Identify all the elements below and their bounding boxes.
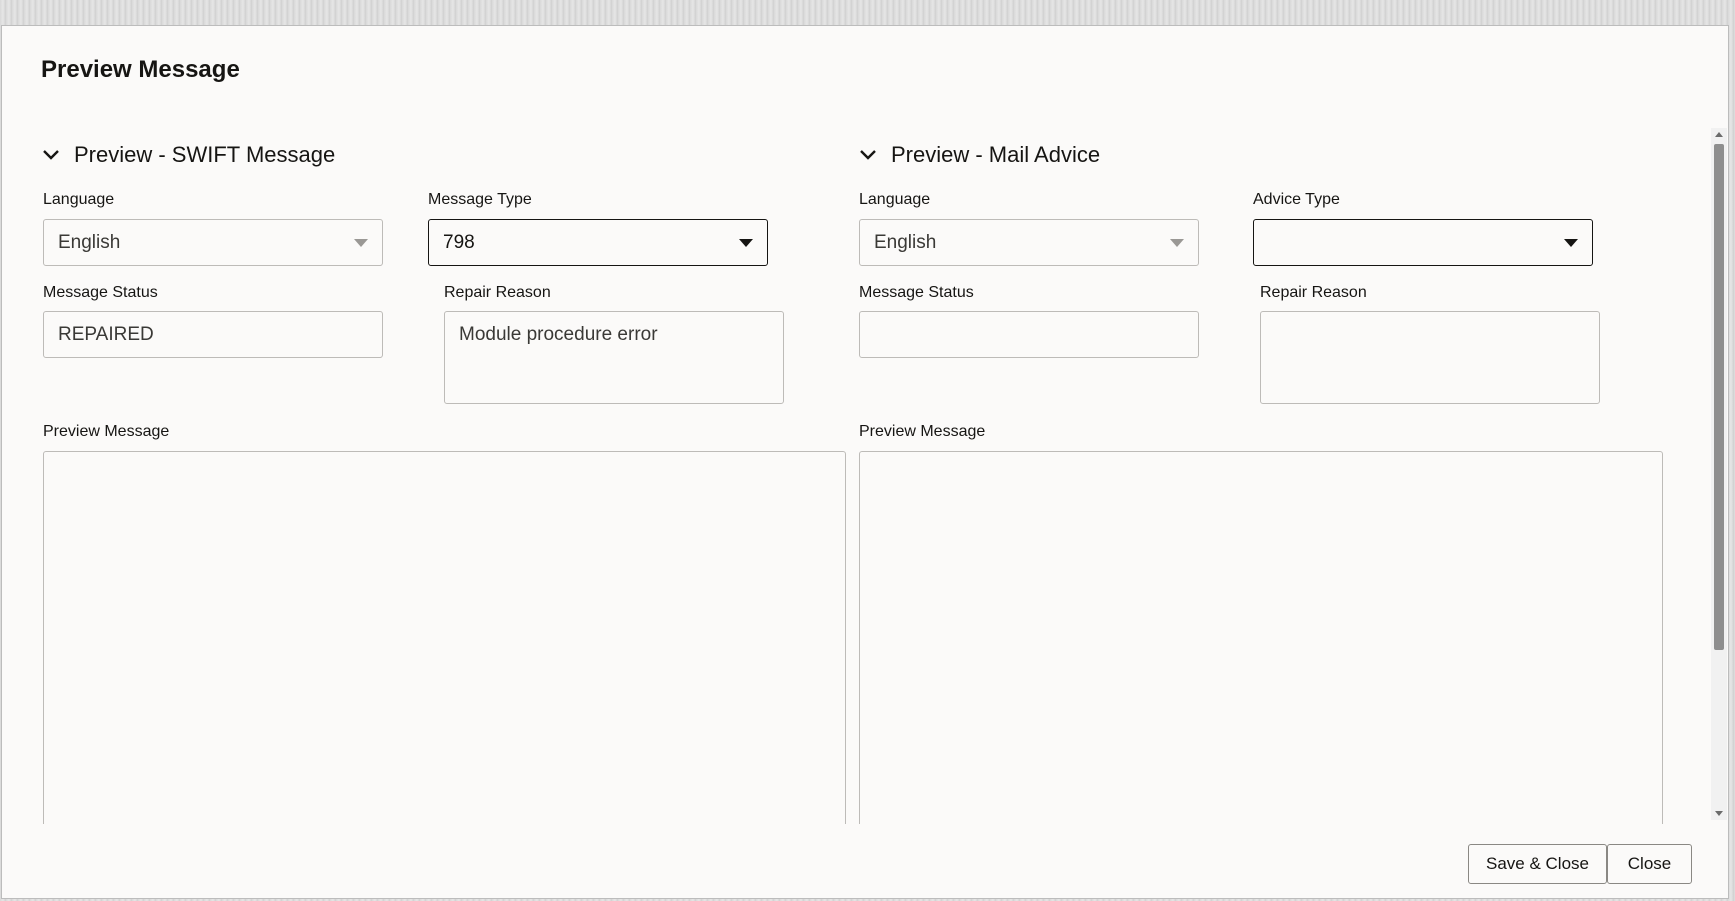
swift-repair-reason-value: Module procedure error — [459, 324, 658, 345]
vertical-scrollbar[interactable] — [1711, 128, 1727, 820]
mail-advice-type-select[interactable] — [1253, 219, 1593, 266]
dialog-title: Preview Message — [41, 56, 240, 83]
close-button[interactable]: Close — [1607, 844, 1692, 884]
mail-language-select[interactable]: English — [859, 219, 1199, 266]
swift-section-title: Preview - SWIFT Message — [74, 142, 336, 167]
swift-message-type-value: 798 — [443, 231, 475, 253]
swift-preview-textarea[interactable] — [43, 451, 846, 824]
swift-preview-label: Preview Message — [43, 423, 170, 440]
chevron-down-icon[interactable] — [42, 149, 60, 161]
scrollbar-thumb[interactable] — [1714, 144, 1724, 650]
mail-section-title: Preview - Mail Advice — [891, 142, 1101, 167]
scroll-up-arrow-icon[interactable] — [1715, 132, 1723, 137]
mail-language-value: English — [874, 231, 937, 253]
chevron-down-icon[interactable] — [859, 149, 877, 161]
mail-preview-label: Preview Message — [859, 423, 986, 440]
swift-message-type-select[interactable]: 798 — [428, 219, 768, 266]
swift-message-status-field[interactable]: REPAIRED — [43, 311, 383, 358]
swift-message-type-label: Message Type — [428, 191, 532, 208]
swift-language-value: English — [58, 231, 121, 253]
swift-language-select[interactable]: English — [43, 219, 383, 266]
mail-section-header[interactable]: Preview - Mail Advice — [859, 142, 1100, 168]
dialog-content: Preview - SWIFT Message Language English… — [2, 116, 1702, 824]
caret-down-icon — [354, 238, 368, 247]
save-and-close-button[interactable]: Save & Close — [1468, 844, 1607, 884]
mail-preview-textarea[interactable] — [859, 451, 1663, 824]
mail-repair-reason-label: Repair Reason — [1260, 284, 1367, 301]
preview-message-dialog: Preview Message Preview - SWIFT Message … — [2, 26, 1728, 898]
mail-language-label: Language — [859, 191, 931, 208]
swift-language-label: Language — [43, 191, 115, 208]
mail-repair-reason-textarea[interactable] — [1260, 311, 1600, 404]
mail-message-status-label: Message Status — [859, 284, 974, 301]
swift-repair-reason-textarea[interactable]: Module procedure error — [444, 311, 784, 404]
caret-down-icon — [739, 238, 753, 247]
swift-section-header[interactable]: Preview - SWIFT Message — [42, 142, 335, 168]
swift-message-status-label: Message Status — [43, 284, 158, 301]
scroll-down-arrow-icon[interactable] — [1715, 811, 1723, 816]
caret-down-icon — [1564, 238, 1578, 247]
swift-message-status-value: REPAIRED — [58, 323, 154, 345]
caret-down-icon — [1170, 238, 1184, 247]
mail-advice-type-label: Advice Type — [1253, 191, 1340, 208]
mail-message-status-field[interactable] — [859, 311, 1199, 358]
swift-repair-reason-label: Repair Reason — [444, 284, 551, 301]
